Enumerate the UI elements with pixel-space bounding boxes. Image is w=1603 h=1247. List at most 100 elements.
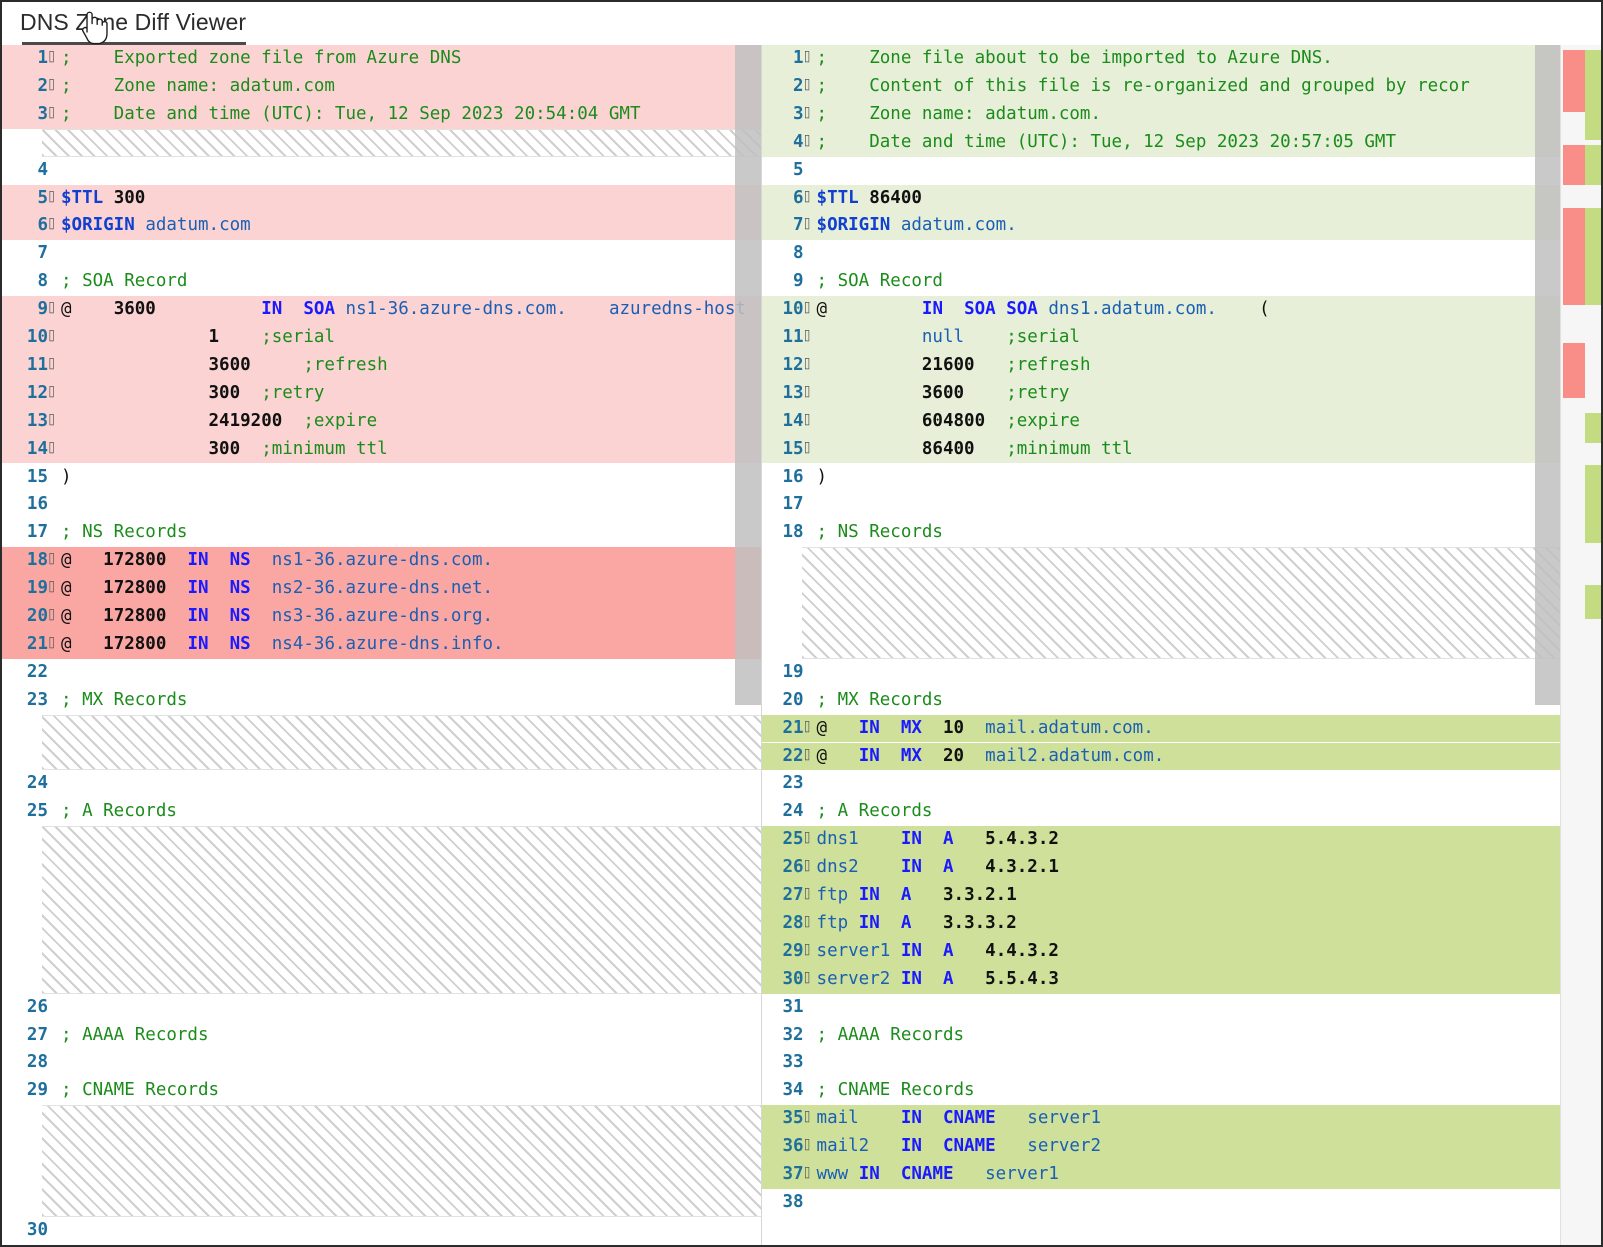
diff-line-row[interactable]: 4 [2,157,761,185]
diff-line-row[interactable]: 11⌷ 3600 ;refresh [2,351,761,380]
diff-line-row[interactable]: 2⌷ ; Content of this file is re-organized… [761,72,1601,101]
overview-deletion-mark[interactable] [1563,145,1585,185]
diff-line-row[interactable]: 38 [762,1189,1601,1217]
diff-line-row[interactable]: 15 ) [2,464,761,492]
diff-line-row[interactable]: 14⌷ 300 ;minimum ttl [2,435,761,464]
diff-line-row[interactable]: 25 ; A Records [2,798,761,826]
line-number: 22 [26,661,48,682]
diff-line-row[interactable]: 20 ; MX Records [762,687,1601,715]
diff-line-row[interactable]: 9⌷ @ 3600 IN SOA ns1-36.azure-dns.com. az… [2,296,761,324]
diff-line-row[interactable]: 35⌷ mail IN CNAME server1 [761,1105,1601,1134]
diff-line-row[interactable]: 3⌷ ; Zone name: adatum.com. [761,100,1601,129]
left-pane-scrollbar[interactable] [734,45,761,1245]
diff-line-row[interactable]: 34 ; CNAME Records [762,1077,1601,1105]
change-marker-icon [48,797,61,825]
diff-line-row[interactable]: 19 [762,659,1601,687]
overview-insertion-mark[interactable] [1585,413,1601,443]
diff-line-row[interactable]: 24 [2,770,761,798]
diff-line-row[interactable]: 5 [762,157,1601,185]
code-text: 604800 ;expire [921,410,1080,431]
diff-line-row[interactable]: 30⌷ server2 IN A 5.5.4.3 [761,965,1601,994]
diff-line-row[interactable]: 14⌷ 604800 ;expire [761,407,1601,436]
diff-line-row[interactable]: 29 ; CNAME Records [2,1077,761,1105]
overview-insertion-mark[interactable] [1585,465,1601,543]
diff-line-row[interactable]: 7 [2,240,761,268]
right-diff-pane[interactable]: 1 ⌷ ; Zone file about to be imported to Az… [761,45,1601,1245]
right-scrollbar-thumb[interactable] [1535,45,1561,705]
diff-line-row[interactable]: 7⌷ $ORIGIN adatum.com. [761,212,1601,241]
diff-line-row[interactable]: 16 ) [762,464,1601,492]
diff-line-row[interactable]: 2⌷ ; Zone name: adatum.com [2,72,761,101]
left-diff-pane[interactable]: 1⌷; Exported zone file from Azure DNS 2⌷;… [2,45,762,1245]
diff-line-row[interactable]: 36⌷ mail2 IN CNAME server2 [761,1133,1601,1161]
line-number: 11 [782,327,804,347]
diff-line-row[interactable]: 22 [2,659,761,687]
diff-line-row[interactable]: 23 ; MX Records [2,687,761,715]
code-text: @ IN MX 10 mail.adatum.com. [816,717,1154,738]
line-number: 23 [26,689,48,710]
diff-line-row[interactable]: 3⌷ ; Date and time (UTC): Tue, 12 Sep 202… [2,100,761,129]
diff-line-row[interactable]: 18 ; NS Records [762,519,1601,547]
overview-deletion-mark[interactable] [1563,208,1585,305]
diff-line-row[interactable]: 1⌷ ; Exported zone file from Azure DNS [2,45,761,73]
code-text: ) [816,466,828,487]
diff-line-row[interactable]: 17 ; NS Records [2,519,761,547]
diff-line-row[interactable]: 11⌷ null ;serial [761,324,1601,352]
diff-line-row[interactable]: 8 ; SOA Record [2,268,761,296]
line-number: 25 [782,829,804,850]
diff-line-row[interactable]: 20⌷ @ 172800 IN NS ns3-36.azure-dns.org. [2,603,761,631]
diff-line-row[interactable]: 32 ; AAAA Records [762,1022,1601,1050]
overview-insertion-mark[interactable] [1585,585,1601,619]
diff-line-row[interactable]: 22⌷ @ IN MX 20 mail2.adatum.com. [761,742,1601,771]
diff-line-row[interactable]: 4⌷ ; Date and time (UTC): Tue, 12 Sep 202… [761,128,1601,157]
change-marker-icon [804,686,817,714]
code-text: @ IN MX 20 mail2.adatum.com. [816,745,1165,766]
change-marker-icon: ⌷ [48,105,56,120]
code-text: ; MX Records [61,689,188,710]
diff-line-row[interactable]: 21⌷ @ IN MX 10 mail.adatum.com. [761,714,1601,743]
left-scrollbar-thumb[interactable] [734,45,761,705]
diff-line-row[interactable]: 12⌷ 21600 ;refresh [761,351,1601,380]
diff-line-row[interactable]: 37⌷ www IN CNAME server1 [761,1161,1601,1189]
diff-line-row[interactable]: 23 [762,770,1601,798]
diff-line-row[interactable]: 6⌷ $TTL 86400 [761,184,1601,213]
diff-line-row[interactable]: 8 [762,240,1601,268]
diff-line-row[interactable]: 19⌷ @ 172800 IN NS ns2-36.azure-dns.net. [2,575,761,603]
overview-insertion-mark[interactable] [1585,50,1601,140]
overview-insertion-mark[interactable] [1585,208,1601,305]
diff-line-row[interactable]: 1⌷ ; Zone file about to be imported to Az… [761,45,1601,73]
diff-line-row[interactable]: 10⌷ 1 ;serial [2,324,761,352]
diff-line-row[interactable]: 5⌷ $TTL 300 [2,184,761,213]
diff-overview-ruler[interactable] [1560,45,1601,1245]
overview-insertion-mark[interactable] [1585,145,1601,185]
diff-line-row[interactable]: 9 ; SOA Record [762,268,1601,296]
diff-line-row[interactable]: 13⌷ 3600 ;retry [761,379,1601,408]
diff-line-row[interactable]: 16 [2,491,761,519]
overview-deletion-mark[interactable] [1563,343,1585,398]
diff-line-row[interactable]: 29⌷ server1 IN A 4.4.3.2 [761,937,1601,966]
right-pane-scrollbar[interactable] [1535,45,1561,1245]
diff-line-row[interactable]: 21⌷ @ 172800 IN NS ns4-36.azure-dns.info. [2,630,761,659]
diff-line-row[interactable]: 27⌷ ftp IN A 3.3.2.1 [761,882,1601,910]
code-text: server1 IN A 4.4.3.2 [816,940,1059,961]
diff-line-row[interactable]: 30 [2,1217,761,1245]
diff-line-row[interactable]: 12⌷ 300 ;retry [2,379,761,408]
code-text: @ 172800 IN NS ns4-36.azure-dns.info. [61,633,504,654]
diff-line-row[interactable]: 17 [762,491,1601,519]
diff-line-row[interactable]: 26⌷ dns2 IN A 4.3.2.1 [761,854,1601,882]
diff-line-row[interactable]: 18⌷ @ 172800 IN NS ns1-36.azure-dns.com. [2,547,761,576]
diff-line-row[interactable]: 25⌷ dns1 IN A 5.4.3.2 [761,826,1601,855]
diff-line-row[interactable]: 26 [2,994,761,1022]
diff-line-row[interactable]: 27 ; AAAA Records [2,1022,761,1050]
diff-line-row[interactable]: 15⌷ 86400 ;minimum ttl [761,435,1601,464]
diff-line-row[interactable]: 24 ; A Records [762,798,1601,826]
diff-line-row[interactable]: 31 [762,994,1601,1022]
diff-line-row[interactable]: 33 [762,1049,1601,1077]
diff-line-row[interactable]: 6⌷ $ORIGIN adatum.com [2,212,761,241]
line-number: 11 [26,354,48,375]
overview-deletion-mark[interactable] [1563,50,1585,112]
diff-line-row[interactable]: 28⌷ ftp IN A 3.3.3.2 [761,909,1601,938]
diff-line-row[interactable]: 28 [2,1049,761,1077]
diff-line-row[interactable]: 13⌷ 2419200 ;expire [2,407,761,436]
diff-line-row[interactable]: 10⌷ @ IN SOA SOA dns1.adatum.com. ( [761,296,1601,324]
